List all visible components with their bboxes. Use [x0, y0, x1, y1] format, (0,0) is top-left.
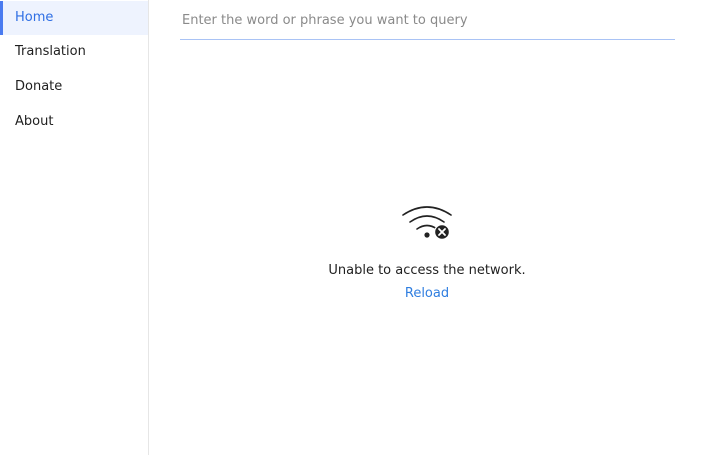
sidebar-item-home[interactable]: Home [0, 1, 148, 35]
search-bar [180, 6, 679, 40]
sidebar: Home Translation Donate About [0, 0, 149, 455]
sidebar-item-translation[interactable]: Translation [0, 35, 148, 69]
sidebar-item-about[interactable]: About [0, 105, 148, 139]
reload-link[interactable]: Reload [149, 286, 705, 301]
network-error-panel: Unable to access the network. Reload [149, 195, 705, 315]
sidebar-item-donate[interactable]: Donate [0, 70, 148, 104]
search-input[interactable] [180, 6, 679, 34]
error-message: Unable to access the network. [328, 263, 526, 278]
wifi-off-icon [402, 206, 452, 240]
